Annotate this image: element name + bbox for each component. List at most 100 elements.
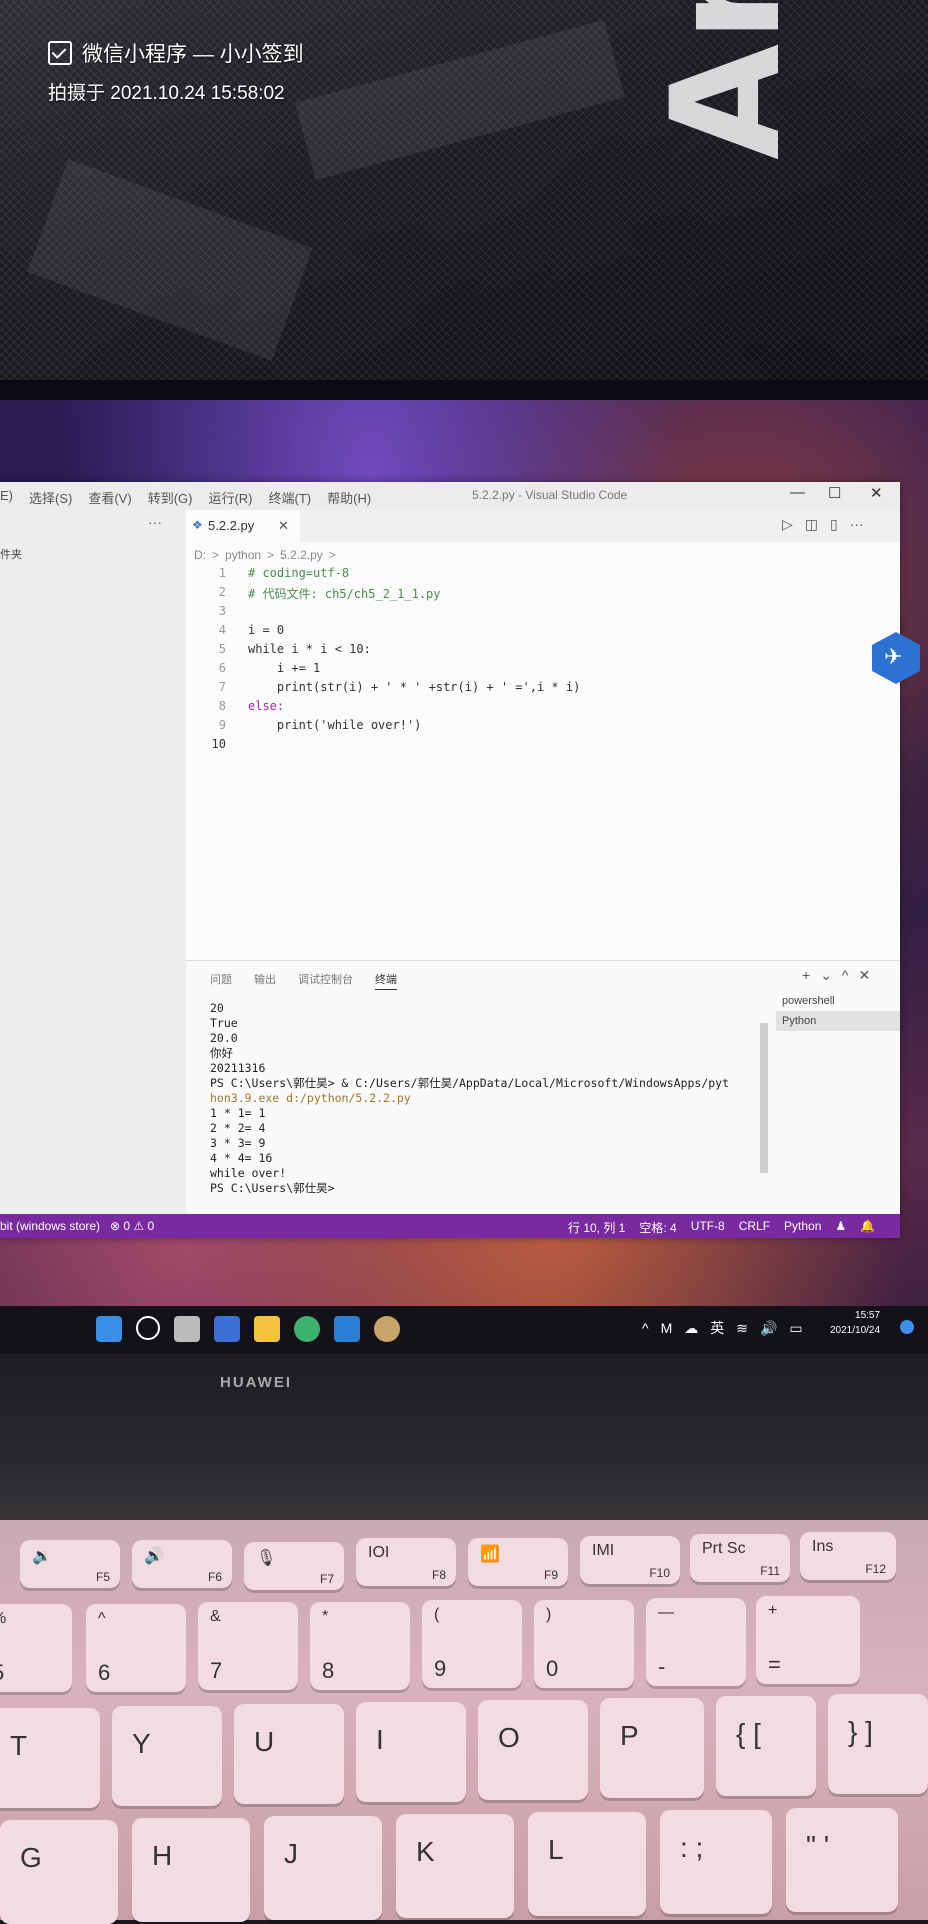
key-f11[interactable]: Prt Sc F11 [690, 1534, 790, 1582]
breadcrumb-sep: > [267, 548, 275, 562]
vscode-icon[interactable] [334, 1316, 360, 1342]
key-f6[interactable]: 🔊 F6 [132, 1540, 232, 1588]
line-text: i = 0 [248, 623, 285, 637]
interpreter-status[interactable]: bit (windows store) [0, 1219, 100, 1233]
windows-start-icon[interactable] [96, 1316, 122, 1342]
terminal-output[interactable]: 20 True 20.0 你好 20211316 PS C:\Users\郭仕昊… [210, 1001, 750, 1196]
line-number: 8 [218, 699, 226, 713]
key-h[interactable]: H [132, 1818, 250, 1922]
key-semicolon[interactable]: : ; [660, 1810, 772, 1914]
bottom-panel: 问题 输出 调试控制台 终端 + ⌄ ^ ✕ 20 True 20.0 你好 2… [186, 960, 900, 1215]
wifi-icon[interactable]: ≋ [736, 1320, 748, 1337]
key-u[interactable]: U [234, 1704, 344, 1804]
key-0[interactable]: ) 0 [534, 1600, 634, 1688]
menu-run[interactable]: 运行(R) [208, 488, 252, 507]
run-icon[interactable]: ▷ [782, 516, 793, 533]
tab-problems[interactable]: 问题 [210, 971, 232, 990]
tab-5-2-2-py[interactable]: ❖ 5.2.2.py ✕ [186, 510, 300, 542]
key-g[interactable]: G [0, 1820, 118, 1924]
tab-terminal[interactable]: 终端 [375, 971, 397, 990]
bell-icon[interactable]: 🔔 [860, 1219, 875, 1236]
menu-help[interactable]: 帮助(H) [327, 488, 371, 507]
menu-go[interactable]: 转到(G) [148, 488, 193, 507]
cloud-icon[interactable]: ☁ [684, 1320, 698, 1337]
indentation[interactable]: 空格: 4 [639, 1219, 676, 1236]
key-7[interactable]: & 7 [198, 1602, 298, 1690]
more-actions-icon[interactable]: ··· [850, 516, 864, 533]
key-l[interactable]: L [528, 1812, 646, 1916]
terminal-line: hon3.9.exe d:/python/5.2.2.py [210, 1091, 411, 1105]
minimize-icon[interactable]: — [790, 484, 805, 501]
key-f9[interactable]: 📶 F9 [468, 1538, 568, 1586]
terminal-item-powershell[interactable]: powershell [776, 991, 900, 1011]
split-editor-icon[interactable]: ◫ [805, 516, 818, 533]
ime-indicator[interactable]: 英 [710, 1318, 724, 1338]
menu-terminal[interactable]: 终端(T) [269, 488, 312, 507]
toggle-layout-icon[interactable]: ▯ [830, 516, 838, 533]
key-i[interactable]: I [356, 1702, 466, 1802]
problems-status[interactable]: ⊗ 0 ⚠ 0 [110, 1219, 154, 1233]
key-minus[interactable]: — - [646, 1598, 746, 1686]
task-view-icon[interactable] [174, 1316, 200, 1342]
battery-icon[interactable]: ▭ [789, 1320, 802, 1337]
key-right-bracket[interactable]: } ] [828, 1694, 928, 1794]
chevron-up-icon[interactable]: ^ [642, 1320, 649, 1336]
add-terminal-icon[interactable]: + [802, 967, 810, 984]
edge-browser-icon[interactable] [294, 1316, 320, 1342]
breadcrumb-file[interactable]: 5.2.2.py [280, 548, 323, 562]
terminal-item-python[interactable]: Python [776, 1011, 900, 1031]
app-icon[interactable] [374, 1316, 400, 1342]
terminal-scrollbar[interactable] [760, 1023, 768, 1173]
breadcrumb-folder[interactable]: python [225, 548, 261, 562]
key-j[interactable]: J [264, 1816, 382, 1920]
close-icon[interactable]: ✕ [870, 484, 883, 502]
key-8[interactable]: * 8 [310, 1602, 410, 1690]
tab-debug-console[interactable]: 调试控制台 [298, 971, 353, 990]
huawei-share-icon[interactable]: M [661, 1320, 673, 1336]
feedback-icon[interactable]: ♟ [835, 1219, 846, 1236]
key-f12[interactable]: Ins F12 [800, 1532, 896, 1580]
key-t[interactable]: T [0, 1708, 100, 1808]
key-o[interactable]: O [478, 1700, 588, 1800]
search-icon[interactable] [136, 1316, 160, 1340]
key-k[interactable]: K [396, 1814, 514, 1918]
breadcrumb-drive[interactable]: D: [194, 548, 206, 562]
key-5[interactable]: %5 [0, 1604, 72, 1692]
chevron-down-icon[interactable]: ⌄ [820, 967, 832, 984]
volume-icon[interactable]: 🔊 [760, 1320, 777, 1337]
brand-logo: HUAWEI [220, 1374, 292, 1391]
menu-view[interactable]: 查看(V) [88, 488, 131, 507]
more-icon[interactable]: ··· [148, 514, 162, 530]
notification-icon[interactable] [900, 1320, 914, 1334]
status-right: 行 10, 列 1 空格: 4 UTF-8 CRLF Python ♟ 🔔 [568, 1219, 875, 1236]
key-f10[interactable]: IMI F10 [580, 1536, 680, 1584]
tab-close-icon[interactable]: ✕ [278, 518, 289, 534]
key-equals[interactable]: + = [756, 1596, 860, 1684]
cursor-position[interactable]: 行 10, 列 1 [568, 1219, 625, 1236]
key-y[interactable]: Y [112, 1706, 222, 1806]
menu-edit[interactable]: E) [0, 488, 13, 507]
window-title: 5.2.2.py - Visual Studio Code [472, 488, 628, 502]
key-p[interactable]: P [600, 1698, 704, 1798]
key-f8[interactable]: IOI F8 [356, 1538, 456, 1586]
maximize-panel-icon[interactable]: ^ [842, 967, 849, 984]
line-ending[interactable]: CRLF [739, 1219, 770, 1236]
key-9[interactable]: (9 [422, 1600, 522, 1688]
key-quote[interactable]: " ' [786, 1808, 898, 1912]
widgets-icon[interactable] [214, 1316, 240, 1342]
key-f7[interactable]: 🎙 F7 [244, 1542, 344, 1590]
maximize-icon[interactable]: ☐ [828, 484, 841, 502]
key-6[interactable]: ^ 6 [86, 1604, 186, 1692]
tab-output[interactable]: 输出 [254, 971, 276, 990]
menu-selection[interactable]: 选择(S) [29, 488, 72, 507]
terminal-line: 20211316 [210, 1061, 266, 1075]
terminal-line: 20 [210, 1001, 224, 1015]
file-explorer-icon[interactable] [254, 1316, 280, 1342]
encoding[interactable]: UTF-8 [691, 1219, 725, 1236]
close-panel-icon[interactable]: ✕ [859, 967, 871, 984]
key-f5[interactable]: 🔉 F5 [20, 1540, 120, 1588]
line-text: # coding=utf-8 [248, 566, 350, 580]
clock[interactable]: 15:57 2021/10/24 [830, 1308, 880, 1338]
key-left-bracket[interactable]: { [ [716, 1696, 816, 1796]
language-mode[interactable]: Python [784, 1219, 821, 1236]
